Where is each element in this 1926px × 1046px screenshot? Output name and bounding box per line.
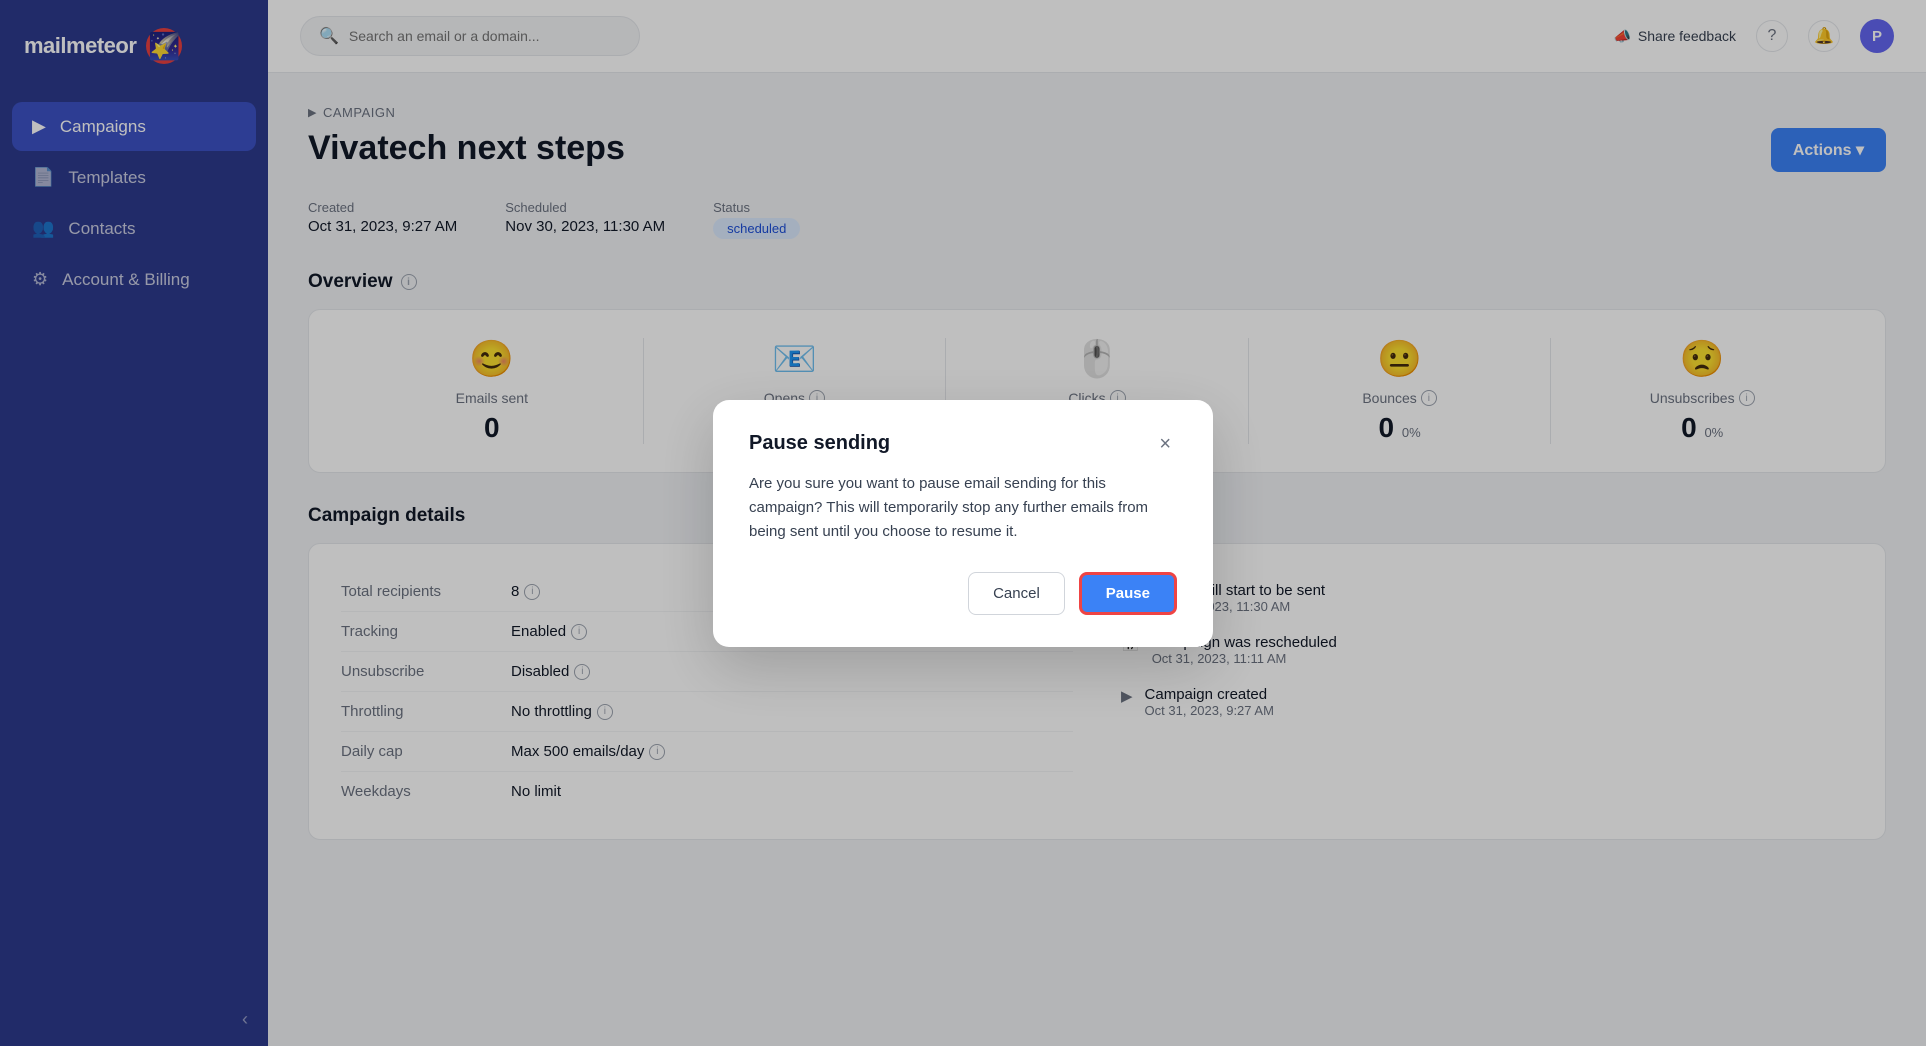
modal-actions: Cancel Pause bbox=[749, 572, 1177, 615]
modal-header: Pause sending × bbox=[749, 432, 1177, 456]
modal-overlay[interactable]: Pause sending × Are you sure you want to… bbox=[0, 0, 1926, 1046]
modal-title: Pause sending bbox=[749, 432, 890, 455]
cancel-button[interactable]: Cancel bbox=[968, 572, 1065, 615]
modal-close-button[interactable]: × bbox=[1153, 432, 1177, 456]
pause-button[interactable]: Pause bbox=[1079, 572, 1177, 615]
pause-sending-modal: Pause sending × Are you sure you want to… bbox=[713, 400, 1213, 647]
modal-body: Are you sure you want to pause email sen… bbox=[749, 472, 1177, 544]
